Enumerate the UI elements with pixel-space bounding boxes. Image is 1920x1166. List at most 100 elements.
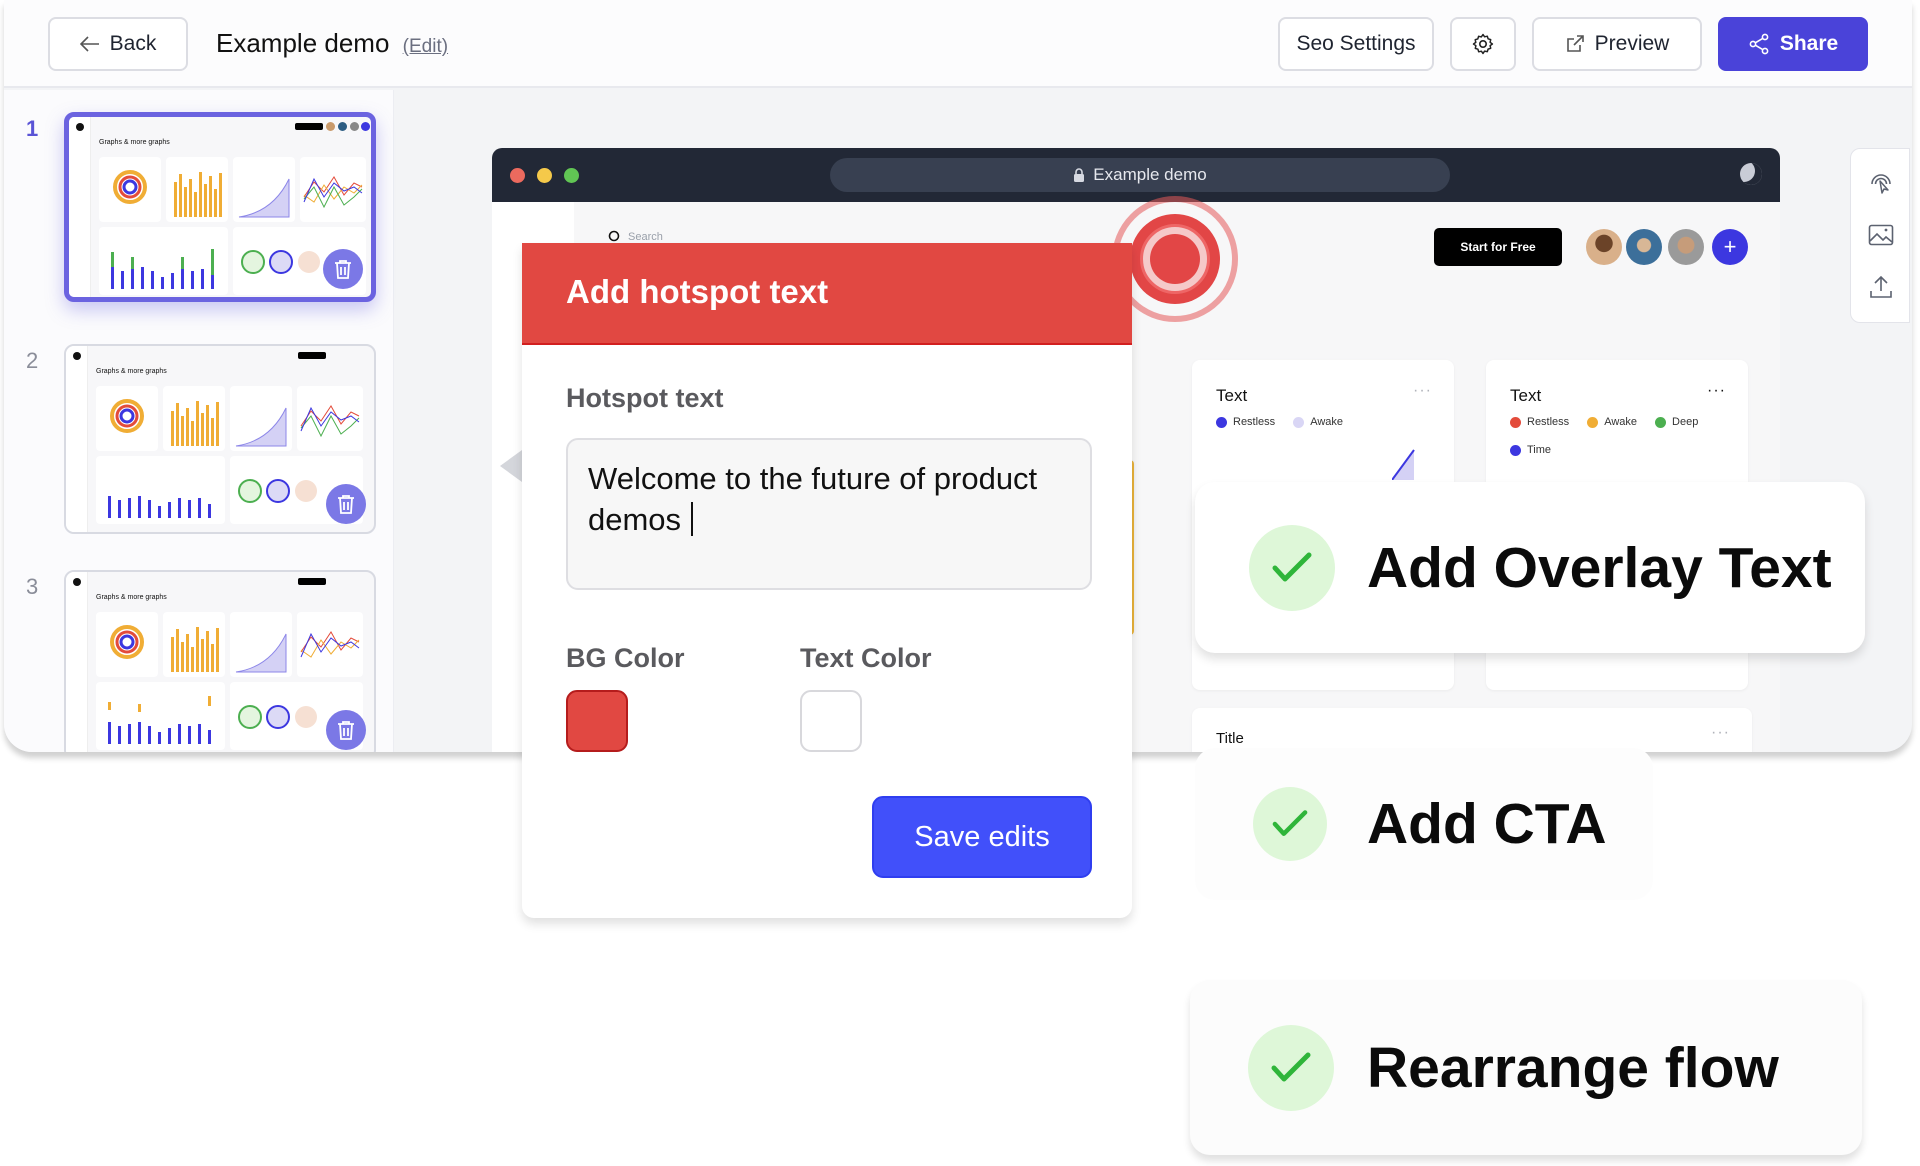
hotspot-text-value: Welcome to the future of product demos: [588, 461, 1038, 537]
chart-legend: Restless Awake: [1216, 416, 1343, 428]
slide-rail[interactable]: 1 Graphs & more graphs 2 Graphs & more g…: [4, 90, 394, 752]
thumb-heading: Graphs & more graphs: [99, 139, 170, 146]
top-bar: Back Example demo (Edit) Seo Settings Pr…: [4, 0, 1912, 88]
avatar: [1668, 229, 1704, 265]
bg-color-swatch[interactable]: [566, 690, 628, 752]
stacked-bar-icon: [108, 696, 211, 744]
thumb-line-card: [297, 386, 363, 451]
thumb-logo: [76, 123, 84, 131]
check-badge: [1249, 524, 1335, 611]
settings-button[interactable]: [1450, 17, 1516, 71]
window-maximize-dot[interactable]: [564, 168, 579, 183]
arrow-left-icon: [79, 36, 99, 52]
text-color-swatch[interactable]: [800, 690, 862, 752]
bg-color-label: BG Color: [566, 643, 685, 673]
preview-label: Preview: [1594, 32, 1670, 55]
add-image-tool[interactable]: [1867, 221, 1895, 249]
hotspot-text-input[interactable]: Welcome to the future of product demos: [566, 438, 1092, 590]
stacked-bar-icon: [111, 249, 214, 289]
more-icon[interactable]: ···: [1413, 382, 1432, 400]
search-placeholder: Search: [628, 231, 663, 243]
popup-pointer: [500, 450, 522, 482]
check-badge: [1248, 1024, 1334, 1111]
feature-card: Rearrange flow: [1190, 980, 1862, 1155]
delete-slide-button[interactable]: [323, 249, 363, 289]
card-title: Text: [1510, 386, 1542, 405]
legend-item: Deep: [1655, 416, 1698, 428]
thumb-line-card: [300, 157, 366, 222]
donut-chart-icon: [110, 625, 144, 659]
tools-panel: [1850, 148, 1910, 323]
start-for-free-button[interactable]: Start for Free: [1434, 228, 1562, 266]
thumb-area-card: [230, 386, 292, 451]
thumb-bar-card: [166, 157, 228, 222]
legend-item: Awake: [1587, 416, 1637, 428]
check-badge: [1253, 787, 1327, 861]
page-title: Example demo (Edit): [216, 28, 448, 59]
thumb-stacked-card: [96, 456, 225, 524]
thumb-logo: [73, 352, 81, 360]
line-chart-icon: [303, 176, 363, 209]
legend-dot: [1587, 416, 1599, 428]
demo-search: Search: [608, 230, 663, 244]
edit-title-link[interactable]: (Edit): [403, 36, 448, 57]
preview-button[interactable]: Preview: [1532, 17, 1702, 71]
slide-number: 3: [26, 574, 39, 599]
card-title: Text: [1216, 386, 1248, 405]
avatar: [1586, 229, 1622, 265]
legend-dot: [1216, 416, 1227, 428]
seo-settings-label: Seo Settings: [1296, 32, 1416, 55]
legend-item: Restless: [1216, 416, 1275, 428]
chart-legend: Time: [1510, 444, 1551, 456]
seo-settings-button[interactable]: Seo Settings: [1278, 17, 1434, 71]
search-icon: [608, 230, 620, 242]
add-member-button[interactable]: +: [1712, 229, 1748, 265]
add-hotspot-tool[interactable]: [1867, 169, 1895, 197]
share-button[interactable]: Share: [1718, 17, 1868, 71]
delete-slide-button[interactable]: [326, 484, 366, 524]
thumb-line-card: [297, 612, 363, 677]
thumb-sidebar: [69, 117, 91, 297]
thumb-avatar: [326, 122, 335, 131]
area-chart-icon: [238, 178, 290, 218]
legend-dot: [1293, 416, 1305, 428]
thumb-avatar: [338, 122, 347, 131]
thumb-logo: [73, 578, 81, 586]
more-icon[interactable]: ···: [1711, 724, 1730, 742]
delete-slide-button[interactable]: [326, 710, 366, 750]
bar-chart-icon: [174, 172, 222, 217]
thumb-avatar: [361, 122, 370, 131]
trash-icon: [335, 260, 351, 279]
url-bar: Example demo: [830, 158, 1450, 192]
hotspot-core: [1150, 234, 1200, 284]
hotspot-text-popup: Add hotspot text Hotspot text Welcome to…: [522, 243, 1132, 918]
bar-chart-icon: [171, 401, 219, 446]
legend-item: Restless: [1510, 416, 1569, 428]
thumb-donut-card: [96, 612, 158, 677]
gear-icon: [1472, 33, 1494, 55]
more-icon[interactable]: ···: [1707, 382, 1726, 400]
upload-icon: [1870, 275, 1892, 298]
chart-legend: Restless Awake Deep: [1510, 416, 1698, 428]
feature-card: Add CTA: [1195, 748, 1653, 900]
text-color-label: Text Color: [800, 643, 932, 673]
dark-mode-moon-icon[interactable]: [1740, 163, 1762, 185]
slide-thumbnail-3[interactable]: Graphs & more graphs: [64, 570, 376, 752]
area-chart-fragment: [1392, 449, 1415, 480]
slide-thumbnail-2[interactable]: Graphs & more graphs: [64, 344, 376, 534]
upload-tool[interactable]: [1867, 273, 1895, 301]
slide-number: 2: [26, 348, 39, 373]
window-minimize-dot[interactable]: [537, 168, 552, 183]
slide-thumbnail-1[interactable]: Graphs & more graphs: [64, 112, 376, 302]
trash-icon: [338, 721, 354, 740]
back-button[interactable]: Back: [48, 17, 188, 71]
feature-label: Add CTA: [1367, 792, 1607, 856]
donut-chart-icon: [113, 170, 147, 204]
text-caret: [691, 502, 694, 536]
url-text: Example demo: [1093, 165, 1207, 184]
thumb-donut-card: [96, 386, 158, 451]
image-icon: [1868, 224, 1894, 246]
save-edits-button[interactable]: Save edits: [872, 796, 1092, 878]
window-close-dot[interactable]: [510, 168, 525, 183]
area-chart-icon: [235, 407, 287, 447]
